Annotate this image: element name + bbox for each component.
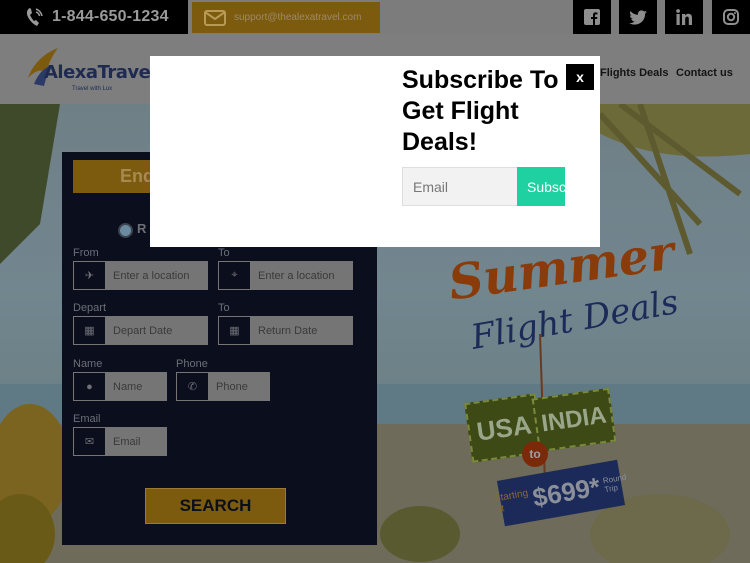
depart-label: Depart (73, 302, 107, 314)
phone-contact[interactable]: 1-844-650-1234 (0, 0, 188, 34)
envelope-icon: ✉ (73, 427, 106, 456)
phone-placeholder: Phone (216, 380, 248, 393)
subscribe-button[interactable]: Subscribe (517, 167, 565, 206)
name-label: Name (73, 358, 103, 370)
linkedin-icon[interactable] (665, 0, 703, 34)
round-trip-label: R (137, 221, 147, 236)
depart-placeholder: Depart Date (113, 324, 173, 337)
search-button[interactable]: SEARCH (145, 488, 286, 524)
phone-icon: ✆ (176, 372, 209, 401)
email-address: support@thealexatravel.com (234, 12, 362, 23)
twitter-icon[interactable] (619, 0, 657, 34)
modal-close-button[interactable]: x (566, 64, 594, 90)
plane-icon: ✈ (73, 261, 106, 290)
facebook-icon[interactable] (573, 0, 611, 34)
round-trip-radio[interactable] (118, 223, 133, 238)
to-label: To (218, 247, 230, 259)
modal-title: Subscribe To Get Flight Deals! (402, 66, 559, 156)
phone-label: Phone (176, 358, 208, 370)
instagram-icon[interactable] (712, 0, 750, 34)
enquiry-button[interactable]: Enq (73, 160, 155, 193)
location-pin-icon: ⌖ (218, 261, 251, 290)
depart-date-field[interactable]: ▦ Depart Date (73, 316, 208, 345)
calendar-icon: ▦ (73, 316, 106, 345)
promo-destination-tag: INDIA (531, 387, 617, 453)
phone-field[interactable]: ✆ Phone (176, 372, 270, 401)
email-contact[interactable]: support@thealexatravel.com (192, 2, 380, 33)
return-label: To (218, 302, 230, 314)
return-placeholder: Return Date (258, 324, 318, 337)
from-field[interactable]: ✈ Enter a location (73, 261, 208, 290)
logo-text[interactable]: AlexaTravel (44, 62, 157, 83)
name-field[interactable]: ● Name (73, 372, 167, 401)
logo-tagline: Travel with Lux (72, 86, 113, 92)
user-icon: ● (73, 372, 106, 401)
promo-price: $699* (530, 470, 603, 513)
phone-number: 1-844-650-1234 (52, 8, 169, 25)
email-placeholder: Email (113, 435, 141, 448)
nav-link-contact[interactable]: Contact us (676, 67, 733, 79)
from-label: From (73, 247, 99, 259)
email-label: Email (73, 413, 101, 425)
return-date-field[interactable]: ▦ Return Date (218, 316, 353, 345)
promo-to-badge: to (522, 441, 548, 467)
name-placeholder: Name (113, 380, 143, 393)
to-field[interactable]: ⌖ Enter a location (218, 261, 353, 290)
from-placeholder: Enter a location (113, 269, 190, 282)
email-field[interactable]: ✉ Email (73, 427, 167, 456)
promo-starting-at: Starting at (493, 487, 529, 516)
nav-link-flight-deals[interactable]: Flights Deals (600, 67, 668, 79)
envelope-icon (204, 9, 226, 26)
subscribe-email-input[interactable] (402, 167, 518, 206)
phone-icon (26, 8, 43, 26)
calendar-icon: ▦ (218, 316, 251, 345)
to-placeholder: Enter a location (258, 269, 335, 282)
